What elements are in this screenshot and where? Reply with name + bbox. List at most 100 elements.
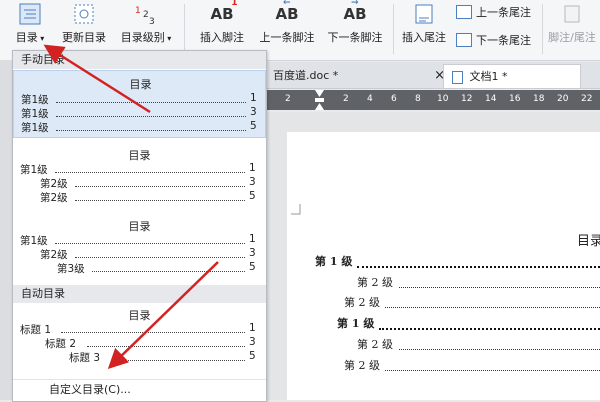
insert-endnote-label: 插入尾注 bbox=[402, 31, 446, 44]
option-entry: 第1级 bbox=[21, 122, 49, 134]
ruler-tick: 12 bbox=[461, 94, 473, 104]
option-page: 5 bbox=[250, 120, 257, 132]
custom-toc-menu-item[interactable]: 自定义目录(C)... bbox=[13, 379, 266, 400]
chevron-down-icon: ▾ bbox=[37, 34, 45, 43]
option-entry: 第1级 bbox=[20, 164, 48, 176]
option-entry: 第1级 bbox=[21, 108, 49, 120]
option-entry: 标题 1 bbox=[20, 324, 52, 336]
toc-line-level1: 第 1 级 bbox=[315, 255, 353, 268]
option-entry: 第2级 bbox=[40, 249, 68, 261]
option-leader bbox=[56, 116, 246, 117]
option-page: 5 bbox=[249, 190, 256, 202]
tab-document1[interactable]: 文档1 * bbox=[443, 64, 581, 88]
auto-toc-header: 自动目录 bbox=[13, 285, 266, 303]
auto-toc-option[interactable]: 目录 标题 1 1 标题 2 3 标题 3 5 bbox=[13, 304, 266, 370]
ruler-tick: 22 bbox=[581, 94, 593, 104]
toc-leader bbox=[385, 307, 600, 308]
option-leader bbox=[92, 271, 245, 272]
option-entry: 第1级 bbox=[20, 235, 48, 247]
toc-line-level1: 第 1 级 bbox=[337, 317, 375, 330]
option-page: 5 bbox=[249, 261, 256, 273]
ruler-tick: 14 bbox=[485, 94, 497, 104]
ruler-tick: 16 bbox=[509, 94, 521, 104]
next-endnote-icon bbox=[456, 33, 472, 47]
margin-corner-mark bbox=[291, 204, 301, 215]
ribbon-separator bbox=[542, 4, 543, 54]
refresh-icon bbox=[71, 2, 97, 26]
toc-level-label: 目录级别 bbox=[120, 31, 165, 44]
toc-leader bbox=[385, 370, 600, 371]
insert-footnote-label: 插入脚注 bbox=[200, 31, 244, 44]
prev-endnote-button[interactable]: 上一条尾注 bbox=[456, 4, 531, 20]
option-page: 1 bbox=[249, 233, 256, 245]
toc-level-button[interactable]: 123 目录级别 ▾ bbox=[114, 2, 178, 45]
document-icon bbox=[452, 70, 463, 84]
option-entry: 标题 3 bbox=[69, 352, 101, 364]
manual-toc-option-1[interactable]: 目录 第1级 1 第1级 3 第1级 5 bbox=[13, 70, 266, 138]
option-leader bbox=[87, 346, 245, 347]
document-canvas: 目录 第 1 级 第 2 级 第 2 级 第 1 级 第 2 级 第 2 级 bbox=[265, 112, 600, 400]
ribbon-separator bbox=[393, 4, 394, 54]
option-title: 目录 bbox=[128, 309, 151, 322]
toc-leader bbox=[379, 328, 600, 330]
option-leader bbox=[61, 332, 245, 333]
footnote-endnote-icon bbox=[559, 2, 585, 26]
ruler-tick: 2 bbox=[343, 94, 349, 104]
option-leader bbox=[56, 130, 246, 131]
manual-toc-option-2[interactable]: 目录 第1级 1 第2级 3 第2级 5 bbox=[13, 143, 266, 209]
option-leader bbox=[55, 172, 245, 173]
toc-button-label: 目录 bbox=[15, 31, 38, 44]
custom-toc-label: 自定义目录(C)... bbox=[49, 383, 131, 396]
svg-text:2: 2 bbox=[143, 10, 149, 20]
ruler-tick: 20 bbox=[557, 94, 569, 104]
option-page: 3 bbox=[249, 247, 256, 259]
option-entry: 第3级 bbox=[57, 263, 85, 275]
footnote-endnote-label: 脚注/尾注 bbox=[548, 31, 596, 44]
next-endnote-label: 下一条尾注 bbox=[476, 34, 531, 47]
ruler-tick: 2 bbox=[285, 94, 291, 104]
option-entry: 标题 2 bbox=[45, 338, 77, 350]
next-footnote-icon: AB → bbox=[343, 0, 367, 23]
toc-button[interactable]: 目录 ▾ bbox=[10, 2, 50, 45]
option-leader bbox=[55, 243, 245, 244]
option-page: 3 bbox=[249, 176, 256, 188]
next-footnote-label: 下一条脚注 bbox=[327, 31, 383, 44]
toc-line-level2: 第 2 级 bbox=[357, 338, 393, 351]
ruler-tick: 4 bbox=[367, 94, 373, 104]
ruler-tick: 6 bbox=[391, 94, 397, 104]
ruler-tick: 10 bbox=[437, 94, 449, 104]
toc-icon bbox=[17, 2, 43, 26]
insert-endnote-icon bbox=[411, 2, 437, 26]
option-title: 目录 bbox=[128, 149, 151, 162]
tab-baidu-doc[interactable]: 百度道.doc * × bbox=[265, 64, 451, 87]
option-page: 5 bbox=[249, 350, 256, 362]
option-leader bbox=[75, 257, 245, 258]
toc-dropdown-menu: 手动目录 目录 第1级 1 第1级 3 第1级 5 目录 第1级 1 第2级 3… bbox=[12, 50, 267, 402]
update-toc-button[interactable]: 更新目录 bbox=[58, 2, 110, 45]
prev-endnote-icon bbox=[456, 5, 472, 19]
next-footnote-button[interactable]: AB → 下一条脚注 bbox=[322, 0, 388, 45]
document-tab-bar: 百度道.doc * × 文档1 * bbox=[265, 62, 600, 89]
insert-footnote-icon: AB 1 bbox=[210, 0, 238, 23]
footnote-endnote-button[interactable]: 脚注/尾注 bbox=[544, 2, 600, 45]
option-page: 1 bbox=[249, 322, 256, 334]
option-page: 1 bbox=[249, 162, 256, 174]
prev-footnote-label: 上一条脚注 bbox=[259, 31, 315, 44]
ruler-tick: 8 bbox=[415, 94, 421, 104]
option-leader bbox=[75, 200, 245, 201]
toc-line-level2: 第 2 级 bbox=[344, 359, 380, 372]
manual-toc-option-3[interactable]: 目录 第1级 1 第2级 3 第3级 5 bbox=[13, 214, 266, 280]
indent-marker-handle[interactable] bbox=[315, 90, 324, 110]
next-endnote-button[interactable]: 下一条尾注 bbox=[456, 32, 531, 48]
option-leader bbox=[75, 186, 245, 187]
insert-footnote-button[interactable]: AB 1 插入脚注 bbox=[194, 0, 250, 45]
insert-endnote-button[interactable]: 插入尾注 bbox=[398, 2, 450, 45]
update-toc-label: 更新目录 bbox=[62, 31, 106, 44]
option-entry: 第2级 bbox=[40, 192, 68, 204]
option-title: 目录 bbox=[129, 78, 152, 91]
toc-leader bbox=[399, 349, 600, 350]
document-page[interactable]: 目录 第 1 级 第 2 级 第 2 级 第 1 级 第 2 级 第 2 级 bbox=[287, 132, 600, 400]
toc-line-level2: 第 2 级 bbox=[344, 296, 380, 309]
svg-text:1: 1 bbox=[135, 6, 141, 16]
prev-footnote-button[interactable]: AB ← 上一条脚注 bbox=[254, 0, 320, 45]
